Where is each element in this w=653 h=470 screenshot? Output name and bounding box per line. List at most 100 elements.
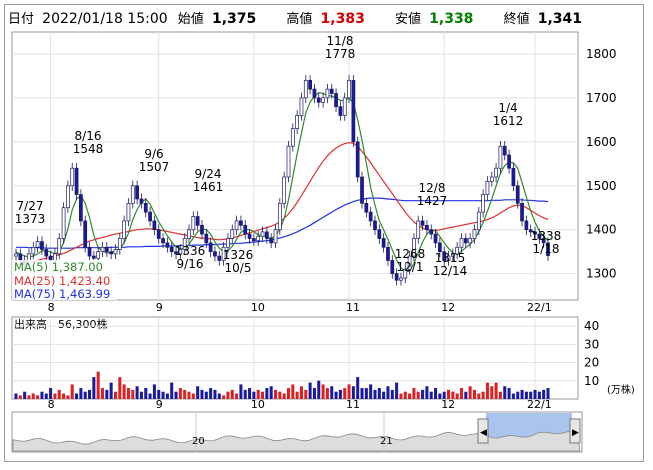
stock-chart: 1300 1400 1500 1600 1700 1800 7/271373 8/16154… — [11, 31, 635, 453]
volume-bar — [334, 391, 338, 399]
volume-bar — [105, 389, 109, 399]
volume-title: 出来高 56,300株 — [14, 317, 108, 331]
candle-body — [273, 229, 278, 244]
candle-body — [325, 88, 330, 99]
candle-body — [290, 128, 295, 147]
candle-body — [104, 246, 109, 253]
candle-body — [31, 246, 36, 255]
volume-bars — [14, 371, 550, 399]
volume-bar — [498, 391, 502, 399]
annotation-label: 1268 — [395, 247, 426, 261]
volume-x-axis: 8 9 10 11 12 22/1 — [48, 398, 552, 411]
volume-bar — [408, 393, 412, 399]
candle-body — [459, 238, 464, 248]
candle-body — [139, 198, 144, 204]
candle-body — [425, 224, 429, 231]
volume-x-tick-label: 11 — [346, 398, 360, 411]
volume-bar — [118, 377, 122, 399]
volume-bar — [520, 389, 524, 399]
candle-body — [204, 233, 209, 244]
candle-body — [169, 246, 174, 253]
price-x-tick-label: 9 — [156, 301, 163, 314]
volume-bar — [386, 386, 390, 399]
volume-bar — [152, 384, 156, 399]
price-x-tick-label: 11 — [346, 301, 360, 314]
volume-bar — [165, 393, 169, 399]
candle-body — [165, 242, 170, 248]
candle-body — [96, 251, 101, 259]
volume-bar — [511, 393, 515, 399]
volume-bar — [325, 388, 329, 399]
volume-bar — [481, 391, 485, 399]
volume-bar — [395, 382, 399, 399]
volume-bar — [126, 388, 130, 399]
volume-unit: (万株) — [607, 383, 635, 396]
candles — [14, 75, 550, 286]
candle-body — [381, 238, 386, 248]
candle-body — [191, 216, 196, 231]
candle-body — [515, 185, 520, 204]
volume-bar — [200, 389, 204, 399]
navigator-label-21: 21 — [380, 436, 393, 447]
candle-body — [286, 145, 291, 178]
volume-bar — [27, 395, 31, 399]
candle-body — [126, 202, 131, 222]
annotation-label: 1338 — [531, 229, 562, 243]
candle-body — [264, 231, 269, 239]
volume-bar — [382, 391, 386, 399]
volume-bar — [330, 386, 334, 399]
candle-body — [256, 235, 261, 242]
candle-body — [213, 251, 217, 257]
volume-bar — [472, 389, 476, 399]
volume-bar — [468, 386, 472, 399]
volume-bar — [356, 377, 360, 399]
volume-bar — [369, 384, 373, 399]
candle-body — [468, 238, 473, 244]
candle-body — [70, 167, 75, 187]
volume-bar — [66, 395, 70, 399]
candle-body — [161, 238, 165, 244]
candle-body — [308, 79, 312, 90]
ma5-line — [15, 91, 549, 272]
volume-bar — [321, 384, 325, 399]
volume-bar — [222, 395, 226, 399]
volume-bar — [239, 384, 243, 399]
volume-bar — [96, 371, 100, 399]
annotation-label: 1507 — [139, 160, 170, 174]
annotation-label: 1461 — [193, 180, 224, 194]
candle-body — [282, 176, 287, 204]
annotation-label: 1/4 — [498, 101, 517, 115]
volume-bar — [503, 386, 507, 399]
volume-bar — [191, 393, 195, 399]
candle-body — [208, 242, 213, 253]
candle-body — [342, 97, 347, 116]
volume-bar — [412, 388, 416, 399]
candle-body — [217, 255, 222, 261]
volume-bar — [196, 386, 200, 399]
candle-body — [502, 145, 507, 156]
candle-body — [14, 253, 18, 257]
candle-body — [338, 106, 343, 116]
candle-body — [117, 238, 122, 250]
volume-bar — [286, 388, 291, 399]
candle-body — [485, 181, 490, 195]
candle-body — [355, 141, 360, 178]
annotation-label: 1336 — [175, 244, 206, 258]
volume-bar — [490, 386, 494, 399]
annotation-label: 1315 — [435, 251, 466, 265]
volume-bar — [148, 393, 152, 399]
volume-bar — [299, 386, 303, 399]
candle-body — [498, 145, 503, 169]
volume-bar — [174, 391, 178, 399]
volume-bar — [14, 393, 18, 399]
volume-bar — [364, 388, 368, 399]
volume-bar — [79, 388, 83, 399]
ma25-line — [15, 142, 549, 266]
annotation-label: 12/1 — [397, 260, 424, 274]
volume-bar — [70, 384, 74, 399]
volume-bar — [494, 382, 498, 399]
volume-bar — [304, 389, 308, 399]
volume-bar — [291, 384, 295, 399]
volume-bar — [31, 393, 35, 399]
volume-tick-label: 10 — [584, 374, 599, 388]
